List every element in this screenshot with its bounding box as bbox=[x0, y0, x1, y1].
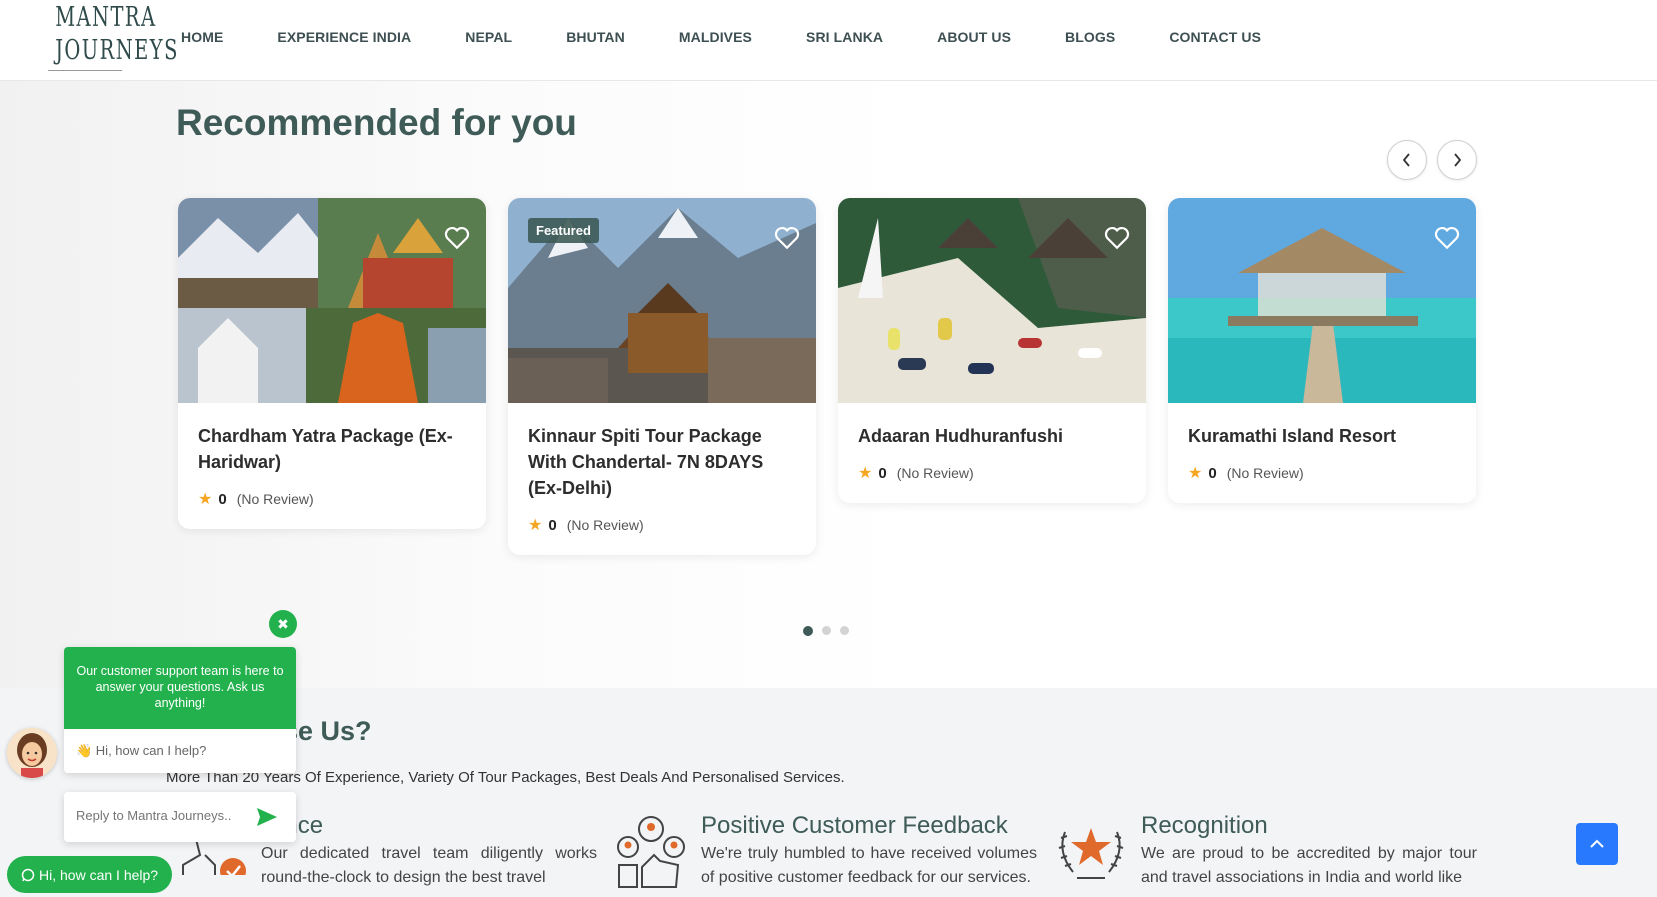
whatsapp-icon bbox=[21, 868, 35, 881]
nav-experience-india[interactable]: EXPERIENCE INDIA bbox=[277, 29, 411, 45]
feature-text: Our dedicated travel team diligently wor… bbox=[261, 845, 597, 886]
review-count: (No Review) bbox=[566, 517, 644, 533]
review-count: (No Review) bbox=[236, 491, 314, 507]
logo-line2: JOURNEYS bbox=[55, 35, 179, 66]
section-title: Recommended for you bbox=[176, 102, 577, 143]
carousel-dot[interactable] bbox=[840, 626, 849, 635]
nav-sri-lanka[interactable]: SRI LANKA bbox=[806, 29, 883, 45]
chevron-left-icon bbox=[1402, 153, 1410, 167]
chevron-right-icon bbox=[1454, 153, 1462, 167]
featured-badge: Featured bbox=[528, 218, 599, 243]
carousel-dots bbox=[803, 626, 858, 636]
feature-experience: perience Our dedicated travel team dilig… bbox=[231, 812, 597, 890]
tour-image bbox=[178, 198, 486, 403]
tour-image bbox=[1168, 198, 1476, 403]
chat-reply-input[interactable] bbox=[76, 808, 246, 823]
star-icon: ★ bbox=[198, 491, 213, 508]
tour-card[interactable]: Kuramathi Island Resort ★ 0 (No Review) bbox=[1168, 198, 1476, 503]
tour-title[interactable]: Kinnaur Spiti Tour Package With Chandert… bbox=[528, 423, 796, 501]
heart-icon[interactable] bbox=[444, 226, 470, 250]
chevron-up-icon bbox=[1590, 839, 1604, 848]
support-avatar[interactable] bbox=[7, 728, 57, 778]
chat-message: 👋 Hi, how can I help? bbox=[76, 743, 207, 758]
nav-blogs[interactable]: BLOGS bbox=[1065, 29, 1115, 45]
feature-recognition: Recognition We are proud to be accredite… bbox=[1141, 812, 1477, 890]
feature-customer-feedback: Positive Customer Feedback We're truly h… bbox=[701, 812, 1037, 890]
nav-maldives[interactable]: MALDIVES bbox=[679, 29, 752, 45]
review-count: (No Review) bbox=[896, 465, 974, 481]
nav-bhutan[interactable]: BHUTAN bbox=[566, 29, 625, 45]
tour-image: Featured bbox=[508, 198, 816, 403]
rating-value: 0 bbox=[218, 490, 227, 508]
rating-value: 0 bbox=[548, 516, 557, 534]
logo-line1: MANTRA bbox=[55, 2, 157, 33]
nav-home[interactable]: HOME bbox=[181, 29, 223, 45]
customer-feedback-icon bbox=[617, 816, 685, 888]
tour-title[interactable]: Kuramathi Island Resort bbox=[1188, 423, 1456, 449]
tour-rating: ★ 0 (No Review) bbox=[858, 463, 1126, 483]
tour-card[interactable]: Chardham Yatra Package (Ex-Haridwar) ★ 0… bbox=[178, 198, 486, 529]
tour-card[interactable]: Adaaran Hudhuranfushi ★ 0 (No Review) bbox=[838, 198, 1146, 503]
feature-text: We're truly humbled to have received vol… bbox=[701, 845, 1037, 886]
tour-image bbox=[838, 198, 1146, 403]
tour-title[interactable]: Adaaran Hudhuranfushi bbox=[858, 423, 1126, 449]
tour-card[interactable]: Featured Kinnaur Spiti Tour Package With… bbox=[508, 198, 816, 555]
chat-popup: Our customer support team is here to ans… bbox=[64, 647, 296, 773]
tour-title[interactable]: Chardham Yatra Package (Ex-Haridwar) bbox=[198, 423, 466, 475]
nav-nepal[interactable]: NEPAL bbox=[465, 29, 512, 45]
heart-icon[interactable] bbox=[1434, 226, 1460, 250]
whatsapp-chat-button[interactable]: Hi, how can I help? bbox=[7, 856, 172, 893]
carousel-prev-button[interactable] bbox=[1387, 140, 1427, 180]
rating-value: 0 bbox=[878, 464, 887, 482]
review-count: (No Review) bbox=[1226, 465, 1304, 481]
site-header: MANTRA JOURNEYS HOME EXPERIENCE INDIA NE… bbox=[0, 0, 1657, 81]
scroll-to-top-button[interactable] bbox=[1576, 823, 1618, 865]
tour-rating: ★ 0 (No Review) bbox=[528, 515, 796, 535]
feature-title: Positive Customer Feedback bbox=[701, 812, 1008, 839]
feature-text: We are proud to be accredited by major t… bbox=[1141, 845, 1477, 886]
star-icon: ★ bbox=[858, 465, 873, 482]
tour-rating: ★ 0 (No Review) bbox=[1188, 463, 1456, 483]
nav-contact-us[interactable]: CONTACT US bbox=[1169, 29, 1261, 45]
nav-about-us[interactable]: ABOUT US bbox=[937, 29, 1011, 45]
site-logo[interactable]: MANTRA JOURNEYS bbox=[44, 0, 179, 78]
rating-value: 0 bbox=[1208, 464, 1217, 482]
tour-rating: ★ 0 (No Review) bbox=[198, 489, 466, 509]
chat-close-button[interactable]: ✖ bbox=[269, 610, 297, 638]
recognition-icon bbox=[1058, 828, 1124, 879]
logo-tagline bbox=[48, 70, 122, 74]
close-icon: ✖ bbox=[277, 615, 289, 632]
send-icon[interactable] bbox=[256, 807, 278, 827]
star-icon: ★ bbox=[528, 517, 543, 534]
carousel-dot[interactable] bbox=[822, 626, 831, 635]
heart-icon[interactable] bbox=[1104, 226, 1130, 250]
carousel-dot[interactable] bbox=[803, 626, 813, 636]
chat-reply-field[interactable] bbox=[64, 792, 296, 842]
chat-header: Our customer support team is here to ans… bbox=[64, 647, 296, 729]
feature-title: Recognition bbox=[1141, 812, 1268, 839]
main-nav: HOME EXPERIENCE INDIA NEPAL BHUTAN MALDI… bbox=[181, 29, 1315, 45]
star-icon: ★ bbox=[1188, 465, 1203, 482]
carousel-next-button[interactable] bbox=[1437, 140, 1477, 180]
heart-icon[interactable] bbox=[774, 226, 800, 250]
chat-pill-label: Hi, how can I help? bbox=[39, 866, 159, 883]
